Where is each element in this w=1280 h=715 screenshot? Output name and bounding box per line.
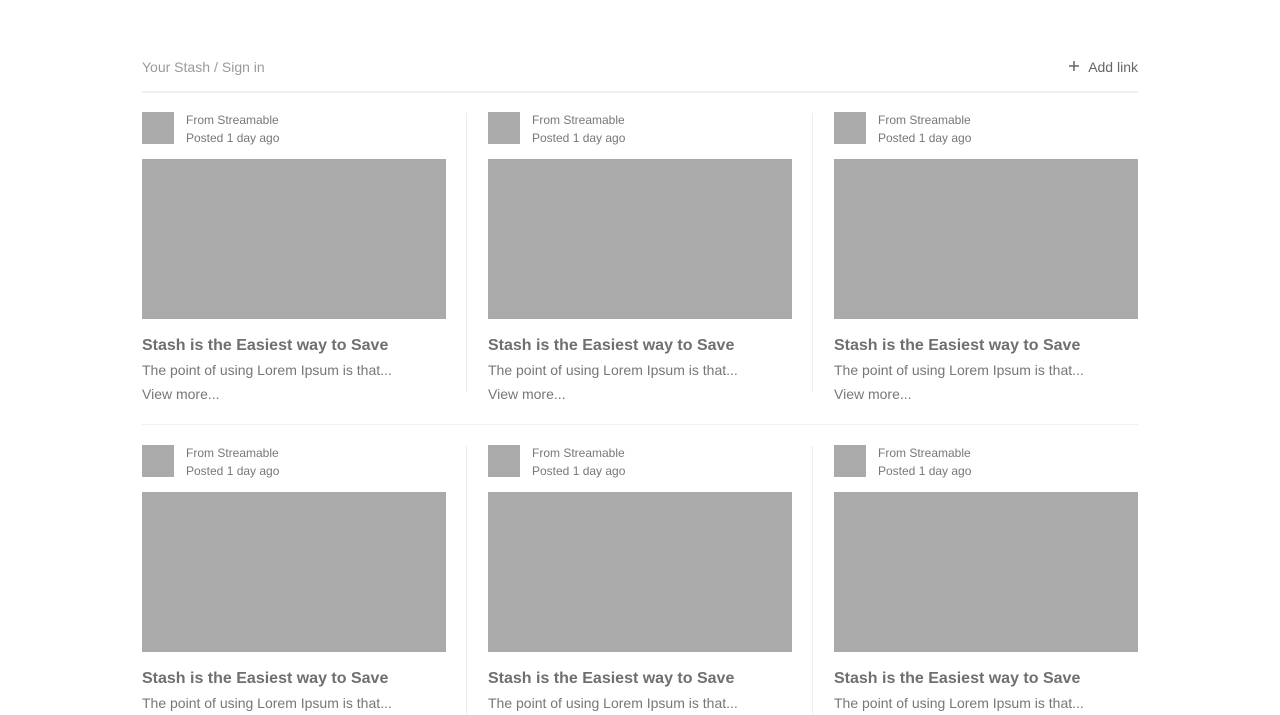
card-source: From Streamable [878, 446, 971, 460]
link-card[interactable]: From Streamable Posted 1 day ago Stash i… [142, 444, 446, 712]
link-card[interactable]: From Streamable Posted 1 day ago Stash i… [488, 444, 792, 712]
card-thumbnail[interactable] [142, 159, 446, 319]
link-card[interactable]: From Streamable Posted 1 day ago Stash i… [142, 111, 446, 403]
avatar [834, 445, 866, 477]
row-divider [142, 424, 1138, 425]
link-card[interactable]: From Streamable Posted 1 day ago Stash i… [834, 444, 1138, 712]
column-divider [466, 113, 467, 392]
card-meta: From Streamable Posted 1 day ago [878, 444, 971, 480]
plus-icon [1068, 57, 1082, 77]
card-meta: From Streamable Posted 1 day ago [532, 444, 625, 480]
card-source: From Streamable [186, 113, 279, 127]
card-source: From Streamable [186, 446, 279, 460]
card-description: The point of using Lorem Ipsum is that..… [142, 362, 392, 378]
avatar [142, 112, 174, 144]
card-title[interactable]: Stash is the Easiest way to Save [834, 336, 1138, 356]
card-posted-time: Posted 1 day ago [186, 464, 280, 478]
avatar [488, 445, 520, 477]
column-divider [812, 113, 813, 392]
card-meta: From Streamable Posted 1 day ago [186, 444, 279, 480]
add-link-label: Add link [1088, 59, 1138, 75]
card-description: The point of using Lorem Ipsum is that..… [488, 362, 738, 378]
card-title[interactable]: Stash is the Easiest way to Save [834, 669, 1138, 689]
card-title[interactable]: Stash is the Easiest way to Save [142, 336, 446, 356]
card-description: The point of using Lorem Ipsum is that..… [142, 695, 392, 711]
link-card[interactable]: From Streamable Posted 1 day ago Stash i… [488, 111, 792, 403]
avatar [834, 112, 866, 144]
breadcrumb-separator: / [213, 59, 218, 75]
card-title[interactable]: Stash is the Easiest way to Save [488, 336, 792, 356]
add-link-button[interactable]: Add link [1068, 57, 1138, 77]
view-more-link[interactable]: View more... [142, 385, 446, 403]
card-thumbnail[interactable] [834, 492, 1138, 652]
avatar [488, 112, 520, 144]
card-description: The point of using Lorem Ipsum is that..… [488, 695, 738, 711]
card-thumbnail[interactable] [488, 159, 792, 319]
card-meta: From Streamable Posted 1 day ago [186, 111, 279, 147]
card-title[interactable]: Stash is the Easiest way to Save [488, 669, 792, 689]
card-description: The point of using Lorem Ipsum is that..… [834, 362, 1084, 378]
card-description: The point of using Lorem Ipsum is that..… [834, 695, 1084, 711]
avatar [142, 445, 174, 477]
card-header: From Streamable Posted 1 day ago [142, 111, 446, 145]
page: Your Stash / Sign in Add link From Streama… [0, 0, 1280, 715]
card-header: From Streamable Posted 1 day ago [488, 444, 792, 478]
sign-in-link[interactable]: Sign in [222, 59, 265, 75]
card-header: From Streamable Posted 1 day ago [142, 444, 446, 478]
column-divider [466, 446, 467, 715]
card-posted-time: Posted 1 day ago [186, 131, 280, 145]
card-title[interactable]: Stash is the Easiest way to Save [142, 669, 446, 689]
card-meta: From Streamable Posted 1 day ago [878, 111, 971, 147]
card-thumbnail[interactable] [142, 492, 446, 652]
card-header: From Streamable Posted 1 day ago [834, 111, 1138, 145]
top-bar: Your Stash / Sign in Add link [142, 57, 1138, 77]
card-posted-time: Posted 1 day ago [878, 131, 972, 145]
view-more-link[interactable]: View more... [488, 385, 792, 403]
card-posted-time: Posted 1 day ago [532, 131, 626, 145]
breadcrumb-your-stash[interactable]: Your Stash [142, 59, 210, 75]
column-divider [812, 446, 813, 715]
link-card[interactable]: From Streamable Posted 1 day ago Stash i… [834, 111, 1138, 403]
card-posted-time: Posted 1 day ago [532, 464, 626, 478]
card-meta: From Streamable Posted 1 day ago [532, 111, 625, 147]
card-thumbnail[interactable] [834, 159, 1138, 319]
card-thumbnail[interactable] [488, 492, 792, 652]
header-divider [142, 91, 1138, 93]
view-more-link[interactable]: View more... [834, 385, 1138, 403]
card-header: From Streamable Posted 1 day ago [488, 111, 792, 145]
card-source: From Streamable [532, 113, 625, 127]
card-header: From Streamable Posted 1 day ago [834, 444, 1138, 478]
card-source: From Streamable [878, 113, 971, 127]
card-source: From Streamable [532, 446, 625, 460]
card-posted-time: Posted 1 day ago [878, 464, 972, 478]
breadcrumb: Your Stash / Sign in [142, 57, 265, 77]
